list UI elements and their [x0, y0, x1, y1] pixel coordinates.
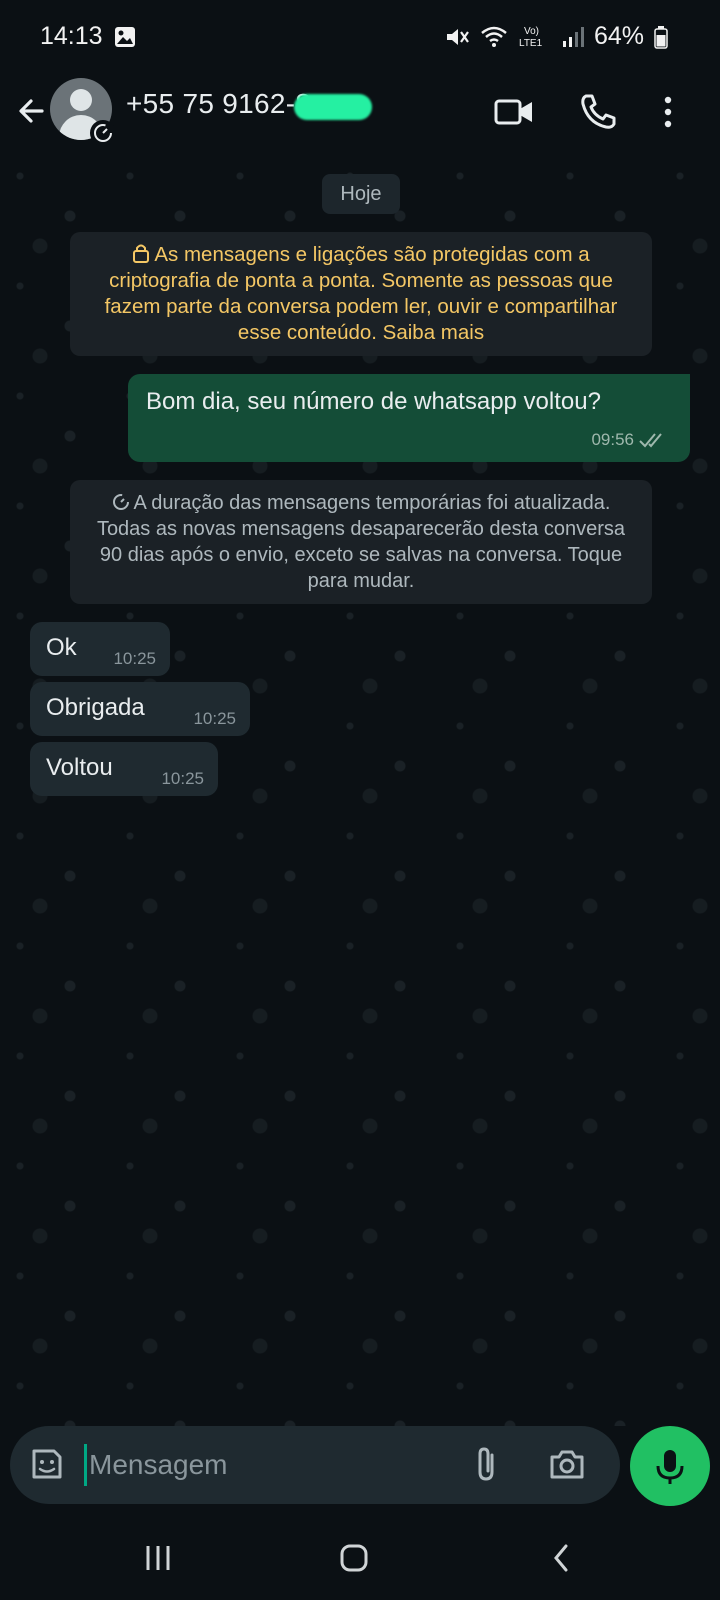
disappearing-timer-icon [90, 120, 116, 146]
more-options-icon[interactable] [646, 90, 690, 134]
outgoing-message[interactable]: Bom dia, seu número de whatsapp voltou? … [128, 374, 690, 462]
status-right: Vo) LTE1 64% [444, 22, 668, 51]
message-text: Voltou [46, 754, 113, 781]
disappearing-messages-notice[interactable]: A duração das mensagens temporárias foi … [70, 480, 652, 604]
encryption-notice-text: As mensagens e ligações são protegidas c… [104, 243, 618, 344]
back-arrow-icon[interactable] [12, 90, 54, 132]
incoming-message[interactable]: Obrigada 10:25 [30, 682, 250, 736]
message-time: 10:25 [113, 649, 156, 668]
encryption-notice[interactable]: As mensagens e ligações são protegidas c… [70, 232, 652, 356]
contact-name[interactable]: +55 75 9162-8 [126, 88, 311, 120]
system-navbar [0, 1516, 720, 1600]
incoming-message[interactable]: Voltou 10:25 [30, 742, 218, 796]
status-bar: 14:13 Vo) LTE1 64% [0, 0, 720, 72]
message-text: Obrigada [46, 694, 145, 721]
redaction-mark [294, 94, 372, 120]
volte-lte-icon: Vo) LTE1 [519, 26, 543, 49]
wifi-icon [481, 26, 507, 47]
chat-area[interactable]: Hoje As mensagens e ligações são protegi… [0, 156, 720, 1426]
attach-icon[interactable] [468, 1445, 506, 1483]
chat-header: +55 75 9162-8 [0, 72, 720, 156]
status-time: 14:13 [40, 22, 103, 50]
message-time: 10:25 [161, 769, 204, 788]
mute-icon [446, 28, 469, 45]
message-time: 09:56 [591, 430, 634, 449]
camera-icon[interactable] [548, 1445, 586, 1483]
read-receipt-icon [639, 433, 662, 448]
lock-icon [133, 244, 150, 263]
home-icon[interactable] [332, 1536, 376, 1580]
avatar-head [70, 89, 92, 111]
svg-text:LTE1: LTE1 [519, 38, 543, 49]
mic-icon [656, 1450, 684, 1484]
message-composer [10, 1426, 620, 1504]
battery-percent: 64% [593, 22, 644, 50]
incoming-message[interactable]: Ok 10:25 [30, 622, 170, 676]
message-time: 10:25 [193, 709, 236, 728]
video-call-icon[interactable] [492, 90, 536, 134]
battery-icon [654, 25, 668, 49]
message-input[interactable] [84, 1444, 471, 1486]
date-label: Hoje [322, 174, 400, 214]
voice-call-icon[interactable] [576, 90, 620, 134]
disappearing-notice-text: A duração das mensagens temporárias foi … [96, 492, 626, 592]
svg-text:Vo): Vo) [524, 26, 539, 37]
gallery-icon [115, 27, 135, 47]
signal-icon [562, 26, 584, 47]
message-text: Ok [46, 634, 77, 661]
recent-apps-icon[interactable] [136, 1536, 180, 1580]
mic-button[interactable] [630, 1426, 710, 1506]
sticker-icon[interactable] [28, 1445, 66, 1483]
back-icon[interactable] [540, 1536, 584, 1580]
disappearing-timer-icon [112, 494, 129, 510]
message-text: Bom dia, seu número de whatsapp voltou? [146, 388, 601, 415]
